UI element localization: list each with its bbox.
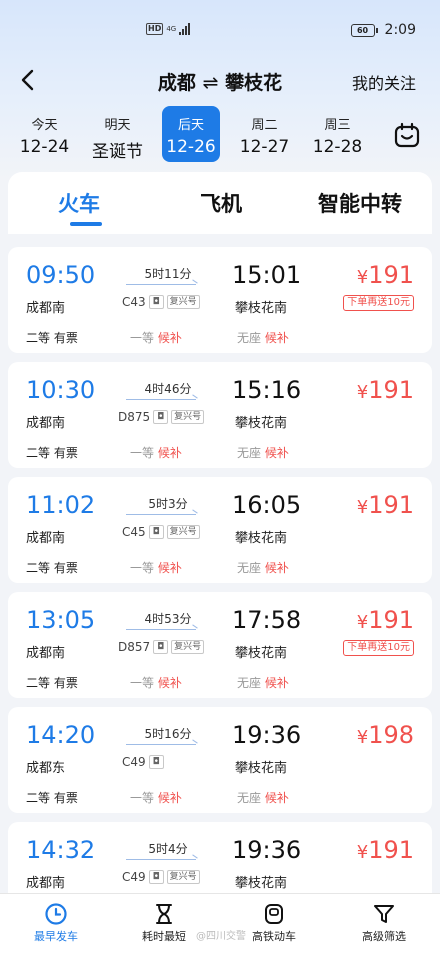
id-card-icon: ◘ bbox=[153, 410, 169, 424]
battery-icon: 60 bbox=[350, 23, 378, 37]
transport-tabs: 火车 飞机 智能中转 bbox=[8, 172, 432, 234]
id-card-icon: ◘ bbox=[148, 525, 164, 539]
price: ¥191 bbox=[356, 606, 414, 634]
nav-bar: 成都 ⇌ 攀枝花 我的关注 bbox=[0, 60, 440, 100]
advanced-filter-button[interactable]: 高级筛选 bbox=[344, 902, 424, 944]
price: ¥191 bbox=[356, 491, 414, 519]
bottom-filter-bar: 最早发车 耗时最短 高铁动车 高级筛选 @四川交警 bbox=[0, 893, 440, 954]
hd-badge: HD bbox=[146, 23, 164, 35]
tab-train[interactable]: 火车 bbox=[58, 188, 100, 218]
network-type: 4G bbox=[166, 25, 177, 33]
id-card-icon: ◘ bbox=[153, 640, 169, 654]
id-card-icon: ◘ bbox=[148, 295, 164, 309]
status-bar: HD 4G 60 2:09 bbox=[0, 0, 440, 60]
date-wednesday[interactable]: 周三 12-28 bbox=[301, 106, 374, 162]
watermark: @四川交警 bbox=[196, 931, 246, 942]
train-card[interactable]: 14:20 5时16分 C49 ◘ 19:36 成都东 攀枝花南 ¥198 二等 … bbox=[8, 707, 432, 813]
promo-badge: 下单再送10元 bbox=[343, 295, 414, 311]
destination-city: 攀枝花 bbox=[225, 72, 283, 94]
calendar-icon[interactable] bbox=[394, 122, 420, 148]
train-card[interactable]: 11:02 5时3分 C45 ◘ 复兴号 16:05 成都南 攀枝花南 ¥191 二… bbox=[8, 477, 432, 583]
high-speed-filter-button[interactable]: 高铁动车 bbox=[234, 902, 314, 944]
id-card-icon: ◘ bbox=[148, 755, 164, 769]
my-follow-button[interactable]: 我的关注 bbox=[352, 70, 416, 94]
price: ¥191 bbox=[356, 261, 414, 289]
date-tomorrow[interactable]: 明天 圣诞节 bbox=[81, 106, 154, 162]
price: ¥198 bbox=[356, 721, 414, 749]
origin-city: 成都 bbox=[157, 72, 196, 94]
hourglass-icon bbox=[156, 904, 172, 924]
signal-icon bbox=[179, 23, 191, 35]
swap-icon[interactable]: ⇌ bbox=[203, 72, 219, 94]
active-tab-indicator bbox=[70, 222, 102, 226]
promo-badge: 下单再送10元 bbox=[343, 640, 414, 656]
tab-smart-transfer[interactable]: 智能中转 bbox=[318, 188, 402, 218]
filter-icon bbox=[374, 905, 394, 923]
date-tuesday[interactable]: 周二 12-27 bbox=[228, 106, 301, 162]
train-icon bbox=[265, 904, 283, 924]
train-card[interactable]: 10:30 4时46分 D875 ◘ 复兴号 15:16 成都南 攀枝花南 ¥191… bbox=[8, 362, 432, 468]
sort-shortest-button[interactable]: 耗时最短 bbox=[124, 902, 204, 944]
date-selector: 今天 12-24 明天 圣诞节 后天 12-26 周二 12-27 周三 12-… bbox=[8, 106, 378, 164]
train-card[interactable]: 13:05 4时53分 D857 ◘ 复兴号 17:58 成都南 攀枝花南 ¥191… bbox=[8, 592, 432, 698]
train-card[interactable]: 09:50 5时11分 C43 ◘ 复兴号 15:01 成都南 攀枝花南 ¥191 … bbox=[8, 247, 432, 353]
tab-plane[interactable]: 飞机 bbox=[200, 188, 242, 218]
clock-icon bbox=[45, 903, 67, 925]
sort-earliest-button[interactable]: 最早发车 bbox=[16, 902, 96, 944]
price: ¥191 bbox=[356, 376, 414, 404]
clock: 2:09 bbox=[384, 22, 416, 38]
date-today[interactable]: 今天 12-24 bbox=[8, 106, 81, 162]
id-card-icon: ◘ bbox=[148, 870, 164, 884]
price: ¥191 bbox=[356, 836, 414, 864]
date-day-after-selected[interactable]: 后天 12-26 bbox=[162, 106, 220, 162]
